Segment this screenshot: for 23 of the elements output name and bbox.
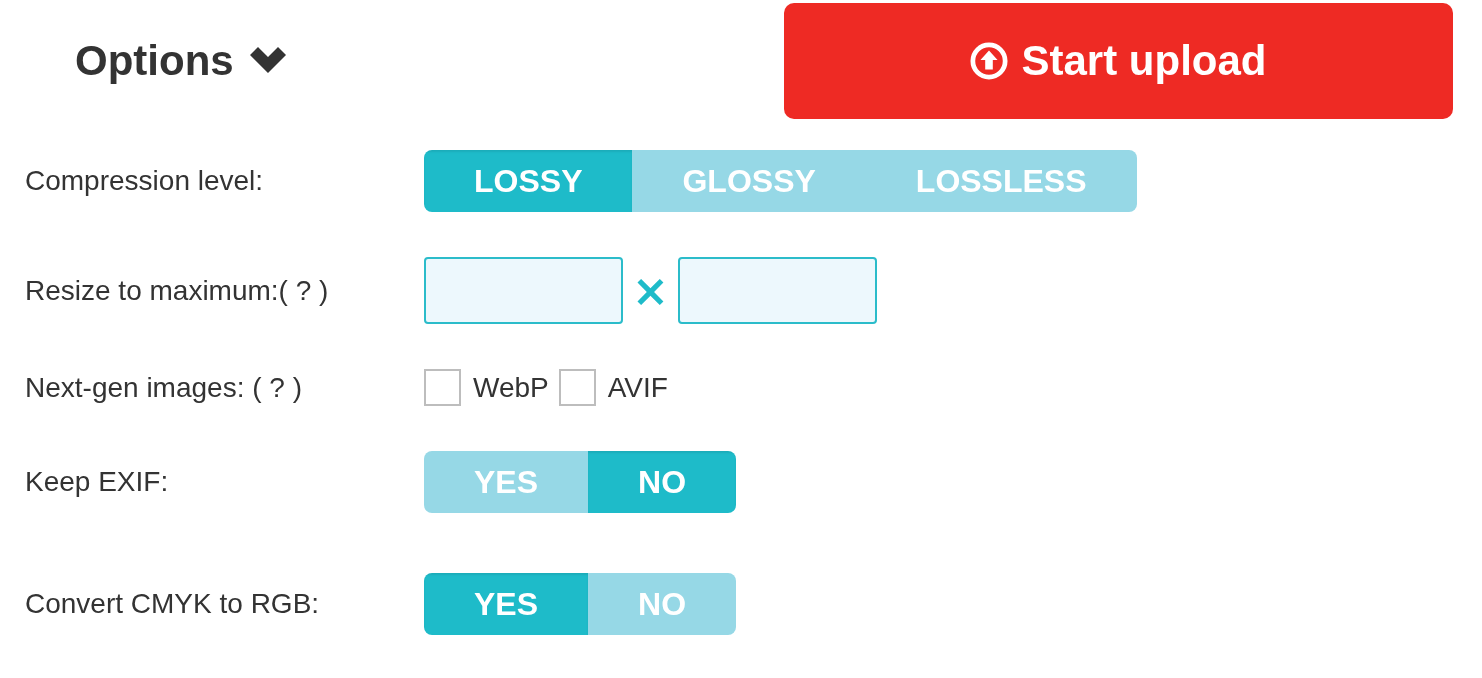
segment-tab[interactable]: LOSSY (424, 150, 633, 212)
segment-tab[interactable]: LOSSLESS (865, 150, 1137, 212)
option-label: Keep EXIF: (25, 468, 170, 496)
width-input-field[interactable] (424, 257, 623, 324)
chevron-down-icon[interactable] (249, 47, 286, 75)
option-label: Convert CMYK to RGB: (25, 590, 321, 618)
height-input-field[interactable] (678, 257, 877, 324)
option-label: Next-gen images: ( ? ) (25, 373, 303, 402)
checkbox[interactable] (424, 369, 461, 406)
checkbox-label: AVIF (607, 373, 668, 402)
segment-tab[interactable]: NO (588, 451, 737, 513)
start-upload-button[interactable]: Start upload (784, 3, 1453, 119)
options-heading: Options (75, 40, 234, 82)
segment-tab[interactable]: YES (424, 451, 589, 513)
checkbox-label: WebP (473, 373, 549, 402)
upload-arrow-circle-icon (970, 42, 1009, 80)
checkbox[interactable] (558, 369, 596, 406)
segment-tab[interactable]: YES (424, 573, 589, 635)
segment-tab[interactable]: NO (588, 573, 737, 635)
option-label: Compression level: (25, 167, 265, 195)
segment-tab[interactable]: GLOSSY (632, 150, 866, 212)
times-sign: × (631, 268, 670, 313)
option-label: Resize to maximum:( ? ) (25, 276, 330, 305)
